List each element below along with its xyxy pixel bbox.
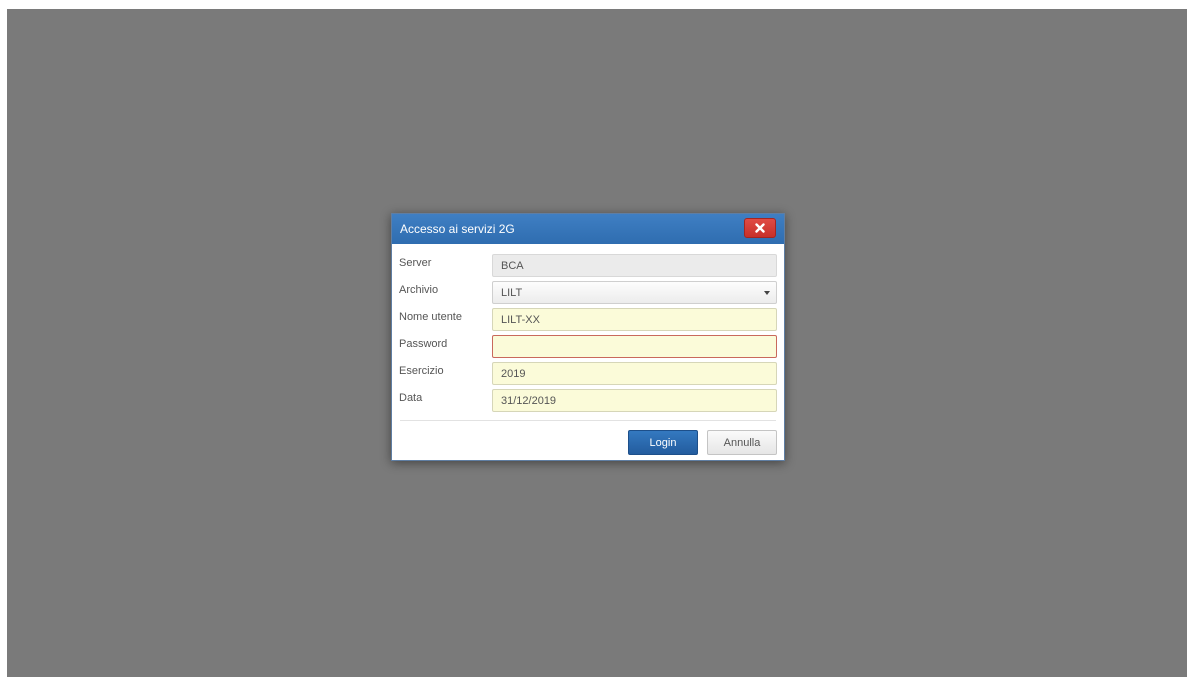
chevron-down-icon [764,291,770,295]
nome-utente-label: Nome utente [399,311,462,323]
server-row: Server BCA [392,252,784,279]
esercizio-label: Esercizio [399,365,444,377]
server-label: Server [399,257,432,269]
archivio-label: Archivio [399,284,439,296]
dialog-titlebar: Accesso ai servizi 2G [392,214,784,244]
server-field: BCA [492,254,777,277]
close-button[interactable] [744,218,776,238]
data-field[interactable]: 31/12/2019 [492,389,777,412]
nome-utente-row: Nome utente LILT-XX [392,306,784,333]
password-field[interactable] [492,335,777,358]
archivio-select[interactable]: LILT [492,281,777,304]
data-label: Data [399,392,423,404]
login-button[interactable]: Login [628,430,698,455]
dialog-title: Accesso ai servizi 2G [400,222,515,236]
close-icon [755,223,765,233]
footer-divider [400,420,776,421]
esercizio-field[interactable]: 2019 [492,362,777,385]
cancel-button[interactable]: Annulla [707,430,777,455]
archivio-value: LILT [501,287,523,299]
data-row: Data 31/12/2019 [392,387,784,414]
password-label: Password [399,338,448,350]
login-dialog: Accesso ai servizi 2G Server BCA Archivi… [391,213,785,461]
login-form: Server BCA Archivio LILT Nome utente LIL… [392,252,784,414]
nome-utente-field[interactable]: LILT-XX [492,308,777,331]
archivio-row: Archivio LILT [392,279,784,306]
password-row: Password [392,333,784,360]
esercizio-row: Esercizio 2019 [392,360,784,387]
